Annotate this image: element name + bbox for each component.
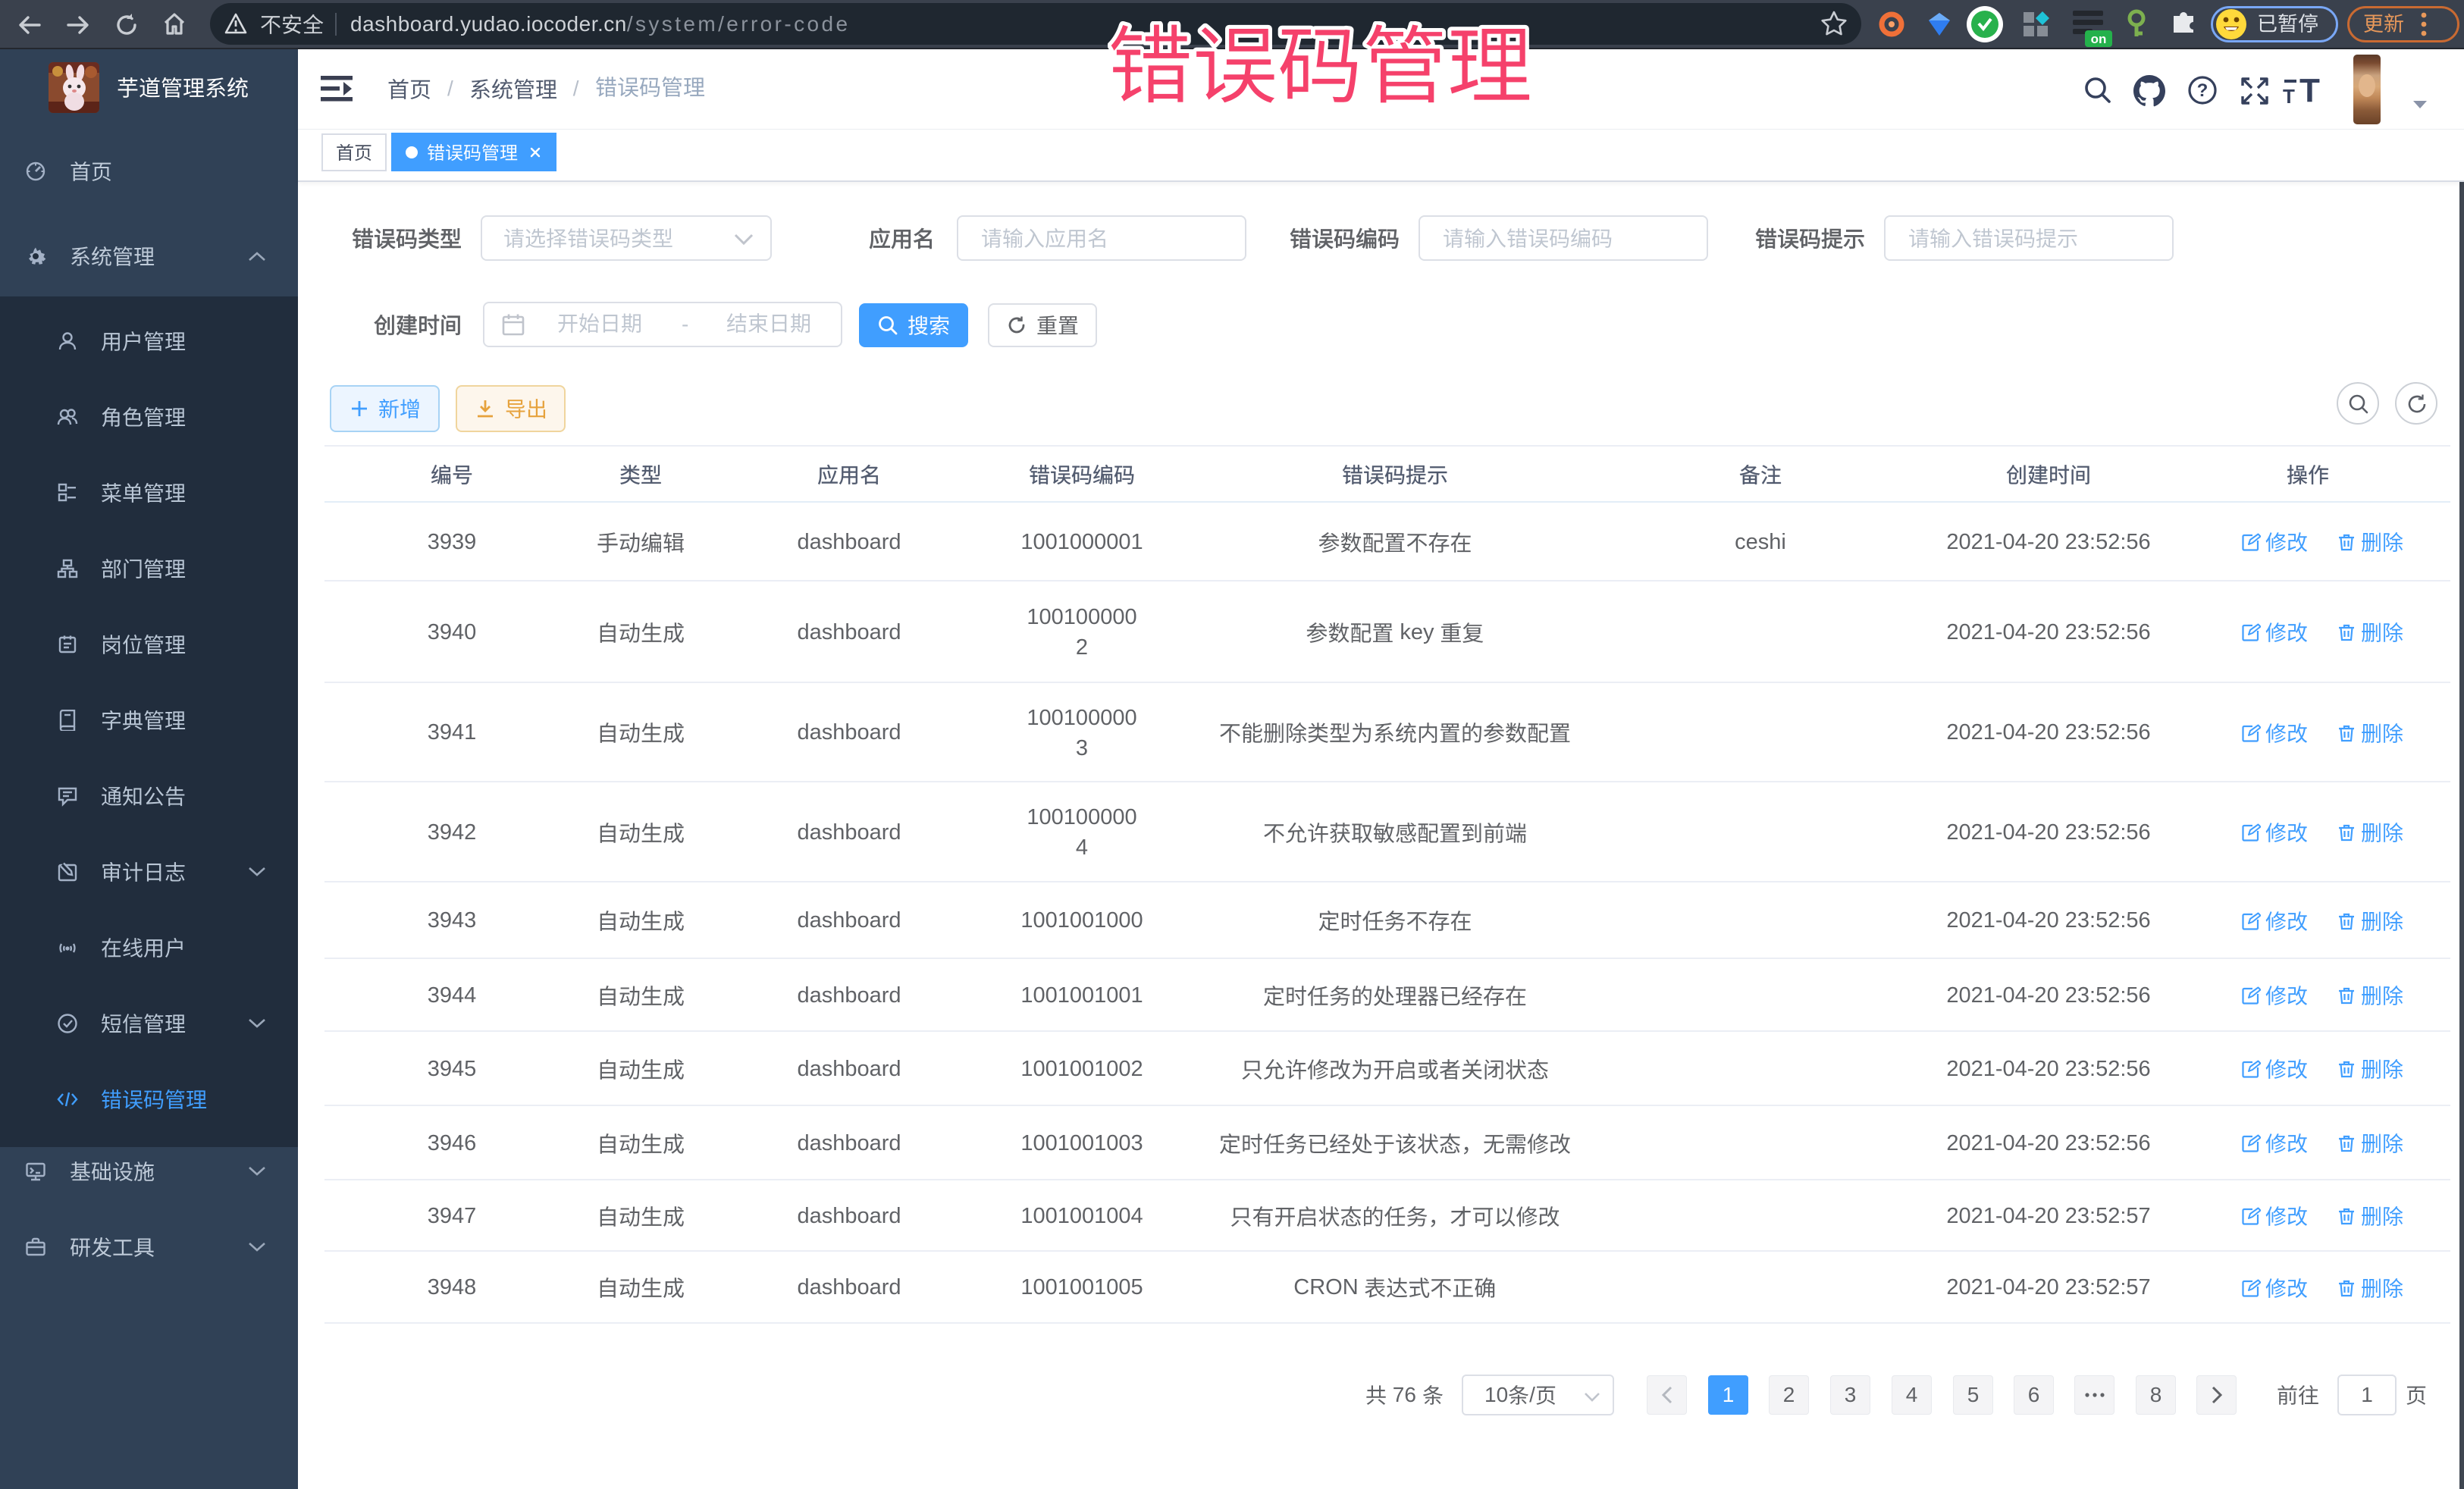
svg-text:?: ? <box>2197 80 2209 101</box>
svg-text:on: on <box>2091 32 2107 46</box>
